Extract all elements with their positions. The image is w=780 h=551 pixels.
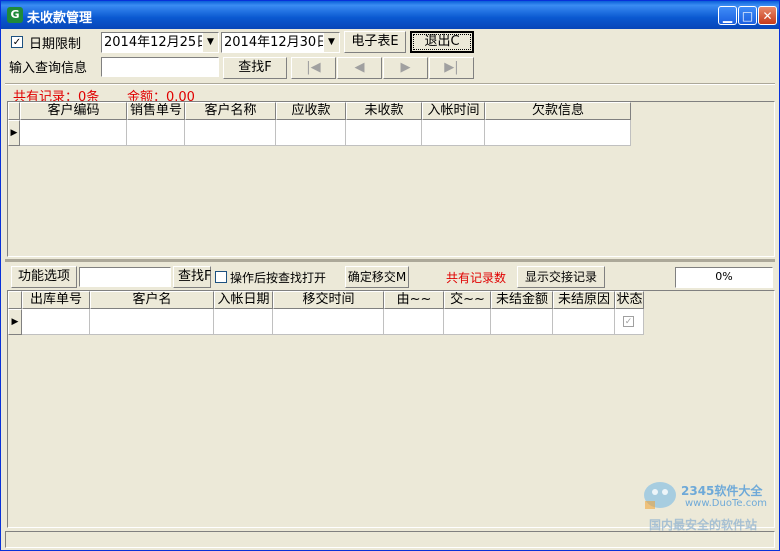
- check-icon: ✓: [12, 37, 22, 48]
- column-header[interactable]: 应收款: [276, 102, 346, 120]
- column-header[interactable]: 销售单号: [127, 102, 185, 120]
- open-after-label: 操作后按查找打开: [230, 271, 327, 285]
- progress-bar: 0%: [675, 267, 773, 288]
- column-header[interactable]: 未结原因: [553, 291, 615, 309]
- grid-cell[interactable]: [214, 309, 273, 335]
- column-header[interactable]: 出库单号: [22, 291, 90, 309]
- column-header[interactable]: 未收款: [346, 102, 422, 120]
- watermark-url: www.DuoTe.com: [685, 498, 768, 509]
- chevron-down-icon[interactable]: ▼: [202, 33, 218, 52]
- bottom-find-button[interactable]: 查找F: [173, 266, 211, 288]
- column-header[interactable]: 状态: [615, 291, 644, 309]
- function-options-button[interactable]: 功能选项: [11, 266, 77, 288]
- watermark-logo-text: 2345软件大全: [681, 484, 763, 498]
- grid-cell[interactable]: [485, 120, 631, 146]
- receivable-grid[interactable]: 客户编码 销售单号 客户名称 应收款 未收款 入帐时间 欠款信息 ▶: [7, 101, 775, 257]
- grid-cell[interactable]: [276, 120, 346, 146]
- maximize-icon: □: [741, 9, 754, 23]
- grid-cell[interactable]: [22, 309, 90, 335]
- date-from-picker[interactable]: 2014年12月25日 ▼: [101, 32, 219, 53]
- date-to-picker[interactable]: 2014年12月30日 ▼: [221, 32, 340, 53]
- query-input[interactable]: [101, 57, 219, 77]
- exit-button[interactable]: 退出C: [410, 31, 474, 53]
- minimize-icon: ▁: [722, 9, 733, 23]
- column-header[interactable]: 交~~: [444, 291, 491, 309]
- main-window: G 未收款管理 ▁ □ ✕ ✓ 日期限制 2014年12月25日 ▼ 2014年…: [0, 0, 780, 551]
- grid-cell[interactable]: [444, 309, 491, 335]
- app-icon: G: [7, 7, 23, 23]
- window-title: 未收款管理: [27, 11, 93, 26]
- title-bar[interactable]: G 未收款管理 ▁ □ ✕: [1, 1, 779, 29]
- close-button[interactable]: ✕: [758, 6, 777, 25]
- last-record-button[interactable]: ▶|: [429, 57, 474, 79]
- grid-cell[interactable]: [422, 120, 485, 146]
- query-label: 输入查询信息: [9, 61, 88, 76]
- date-limit-label: 日期限制: [29, 37, 82, 52]
- bottom-search-input[interactable]: [79, 267, 171, 287]
- column-header[interactable]: 客户名: [90, 291, 214, 309]
- column-header[interactable]: 客户名称: [185, 102, 276, 120]
- maximize-button[interactable]: □: [738, 6, 757, 25]
- column-header[interactable]: 入帐日期: [214, 291, 273, 309]
- row-indicator-icon[interactable]: ▶: [8, 309, 22, 335]
- watermark-logo: [641, 475, 679, 511]
- grid-corner: [8, 102, 20, 120]
- column-header[interactable]: 入帐时间: [422, 102, 485, 120]
- column-header[interactable]: 客户编码: [20, 102, 127, 120]
- grid-cell[interactable]: [20, 120, 127, 146]
- divider: [5, 83, 775, 85]
- grid-cell[interactable]: [346, 120, 422, 146]
- mascot-icon: [644, 482, 676, 509]
- grid-cell[interactable]: [185, 120, 276, 146]
- open-after-checkbox[interactable]: [215, 271, 227, 283]
- confirm-handover-button[interactable]: 确定移交M: [345, 266, 409, 288]
- row-indicator-icon[interactable]: ▶: [8, 120, 20, 146]
- minimize-button[interactable]: ▁: [718, 6, 737, 25]
- date-limit-checkbox[interactable]: ✓: [11, 36, 23, 48]
- date-from-value: 2014年12月25日: [104, 35, 210, 50]
- first-record-button[interactable]: |◀: [291, 57, 336, 79]
- status-checkbox[interactable]: ✓: [623, 316, 634, 327]
- column-header[interactable]: 欠款信息: [485, 102, 631, 120]
- chevron-down-icon[interactable]: ▼: [323, 33, 339, 52]
- grid-cell[interactable]: ✓: [615, 309, 644, 335]
- grid-cell[interactable]: [553, 309, 615, 335]
- prev-record-button[interactable]: ◀: [337, 57, 382, 79]
- close-icon: ✕: [762, 9, 773, 23]
- grid-cell[interactable]: [384, 309, 444, 335]
- grid-cell[interactable]: [491, 309, 553, 335]
- excel-button[interactable]: 电子表E: [344, 31, 406, 53]
- column-header[interactable]: 由~~: [384, 291, 444, 309]
- column-header[interactable]: 未结金额: [491, 291, 553, 309]
- grid-corner: [8, 291, 22, 309]
- splitter[interactable]: [5, 259, 775, 262]
- grid-cell[interactable]: [273, 309, 384, 335]
- column-header[interactable]: 移交时间: [273, 291, 384, 309]
- record-count-label: 共有记录数: [446, 271, 507, 285]
- find-button[interactable]: 查找F: [223, 57, 287, 79]
- grid-cell[interactable]: [90, 309, 214, 335]
- date-to-value: 2014年12月30日: [224, 35, 330, 50]
- grid-cell[interactable]: [127, 120, 185, 146]
- next-record-button[interactable]: ▶: [383, 57, 428, 79]
- show-handover-button[interactable]: 显示交接记录: [517, 266, 605, 288]
- status-bar: [5, 531, 775, 548]
